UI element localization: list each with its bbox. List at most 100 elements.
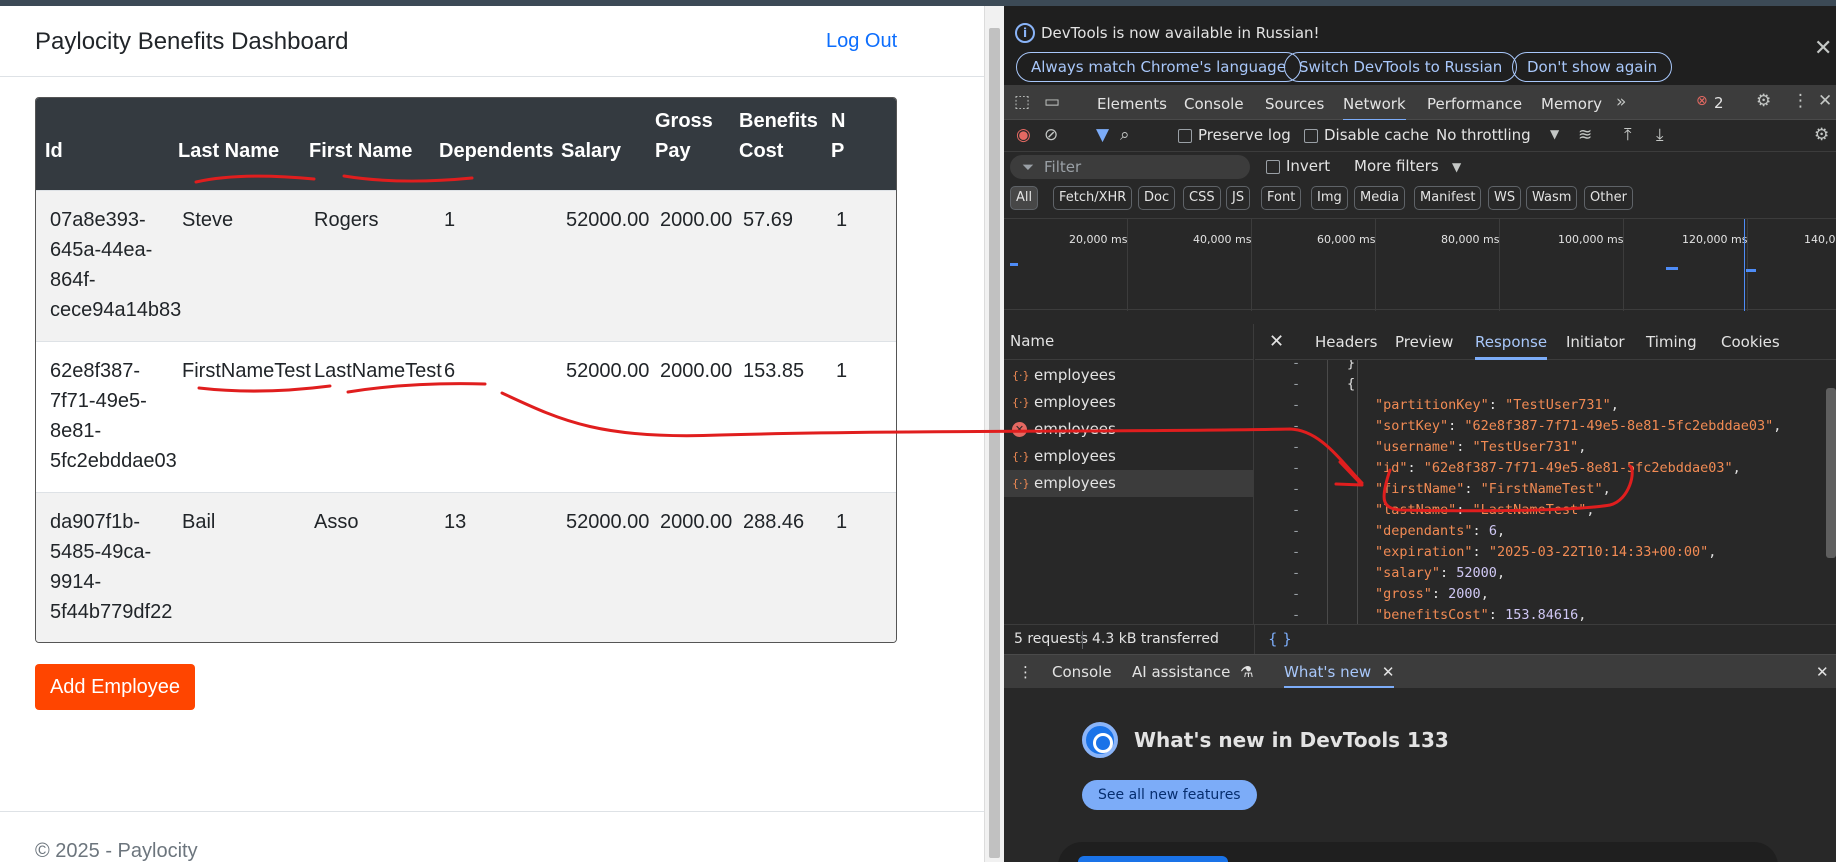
json-line: - "gross": 2000,: [1292, 586, 1489, 602]
request-row[interactable]: {·} employees: [1004, 443, 1254, 470]
tab-network[interactable]: Network: [1343, 95, 1406, 122]
clear-icon[interactable]: ⊘: [1044, 125, 1058, 145]
cell-benefits: 153.85: [743, 360, 805, 382]
network-settings-icon[interactable]: ⚙: [1814, 125, 1829, 145]
preserve-log-label: Preserve log: [1198, 126, 1291, 144]
cell-net: 1: [836, 209, 848, 231]
add-employee-button[interactable]: Add Employee: [35, 664, 195, 710]
cell-dependents: 1: [444, 209, 456, 231]
drawer-tabbar: ⋮ Console AI assistance ⚗ What's new ✕ ✕: [1004, 654, 1836, 689]
feature-card[interactable]: [1058, 842, 1778, 862]
timeline-label: 40,000 ms: [1193, 233, 1252, 246]
name-column-header[interactable]: Name: [1004, 324, 1254, 360]
request-row[interactable]: {·} employees: [1004, 362, 1254, 389]
response-scrollbar[interactable]: [1826, 388, 1836, 558]
request-row[interactable]: ✕ employees: [1004, 416, 1254, 443]
brand-title[interactable]: Paylocity Benefits Dashboard: [35, 28, 349, 56]
invert-checkbox[interactable]: [1266, 160, 1280, 174]
tab-preview[interactable]: Preview: [1395, 333, 1453, 351]
preserve-log-checkbox[interactable]: [1178, 129, 1192, 143]
devtools-tabbar: ⬚ ▭ Elements Console Sources Network Per…: [1004, 86, 1836, 122]
table-row[interactable]: 07a8e393- 645a-44ea- 864f-cece94a14b83 Ste…: [36, 190, 896, 341]
request-list: Name {·} employees {·} employees ✕ employee…: [1004, 324, 1254, 624]
json-line: -{: [1292, 376, 1356, 392]
record-icon[interactable]: ◉: [1016, 125, 1031, 145]
drawer-tab-whats-new[interactable]: What's new ✕: [1284, 663, 1395, 689]
tab-initiator[interactable]: Initiator: [1566, 333, 1625, 351]
type-filter-all[interactable]: All: [1010, 186, 1039, 210]
match-language-button[interactable]: Always match Chrome's language: [1016, 52, 1301, 82]
import-har-icon[interactable]: ⤒: [1624, 125, 1632, 145]
tab-headers[interactable]: Headers: [1315, 333, 1377, 351]
type-filter-fetch-xhr[interactable]: Fetch/XHR: [1053, 186, 1133, 210]
error-count[interactable]: 2: [1714, 94, 1724, 112]
filter-icon[interactable]: ▼: [1096, 125, 1109, 145]
filter-input[interactable]: ⏷ Filter: [1010, 155, 1250, 179]
type-filter-other[interactable]: Other: [1584, 186, 1633, 210]
close-icon[interactable]: ✕: [1814, 36, 1832, 61]
drawer-tab-ai-assistance[interactable]: AI assistance: [1132, 663, 1230, 681]
chevron-down-icon[interactable]: ▼: [1452, 160, 1461, 174]
network-conditions-icon[interactable]: ≋: [1578, 125, 1592, 145]
disable-cache-checkbox[interactable]: [1304, 129, 1318, 143]
timeline-request-bar: [1010, 263, 1018, 266]
inspect-element-icon[interactable]: ⬚: [1014, 92, 1030, 112]
tab-timing[interactable]: Timing: [1646, 333, 1697, 351]
more-menu-icon[interactable]: ⋮: [1792, 91, 1809, 111]
request-row[interactable]: {·} employees: [1004, 389, 1254, 416]
close-devtools-icon[interactable]: ✕: [1818, 91, 1832, 111]
error-icon[interactable]: ⊗: [1696, 93, 1708, 109]
response-body[interactable]: -} -{- "partitionKey": "TestUser731", - "sor…: [1255, 360, 1836, 624]
export-har-icon[interactable]: ⤓: [1656, 125, 1664, 145]
type-filter-wasm[interactable]: Wasm: [1526, 186, 1578, 210]
col-gross-pay-line2: Pay: [655, 140, 691, 162]
tab-performance[interactable]: Performance: [1427, 95, 1522, 113]
table-header: Id Last Name First Name Dependents Salar…: [36, 98, 896, 190]
drawer-tab-console[interactable]: Console: [1052, 663, 1112, 681]
dont-show-again-button[interactable]: Don't show again: [1512, 52, 1673, 82]
device-toolbar-icon[interactable]: ▭: [1044, 92, 1060, 112]
type-filter-ws[interactable]: WS: [1488, 186, 1522, 210]
close-icon[interactable]: ✕: [1382, 663, 1395, 681]
type-filter-js[interactable]: JS: [1226, 186, 1251, 210]
tab-sources[interactable]: Sources: [1265, 95, 1324, 113]
tab-elements[interactable]: Elements: [1097, 95, 1167, 113]
page-scrollbar-thumb[interactable]: [989, 28, 1000, 858]
tab-cookies[interactable]: Cookies: [1721, 333, 1780, 351]
switch-russian-button[interactable]: Switch DevTools to Russian: [1284, 52, 1518, 82]
type-filter-manifest[interactable]: Manifest: [1414, 186, 1482, 210]
more-tabs-icon[interactable]: »: [1616, 92, 1626, 112]
tab-console[interactable]: Console: [1184, 95, 1244, 113]
request-row-selected[interactable]: {·} employees: [1004, 470, 1254, 497]
table-row[interactable]: 62e8f387- 7f71-49e5- 8e81- 5fc2ebddae03 Fir…: [36, 341, 896, 492]
more-filters-dropdown[interactable]: More filters: [1354, 157, 1439, 175]
fetch-icon: {·}: [1012, 477, 1030, 490]
tab-memory[interactable]: Memory: [1541, 95, 1602, 113]
gear-icon[interactable]: ⚙: [1756, 91, 1771, 111]
tab-response[interactable]: Response: [1475, 333, 1548, 360]
type-filter-css[interactable]: CSS: [1183, 186, 1221, 210]
table-row[interactable]: da907f1b- 5485-49ca- 9914- 5f44b779df22 Bai…: [36, 492, 896, 642]
search-icon[interactable]: ⌕: [1120, 125, 1130, 145]
filter-bar: ⏷ Filter Invert More filters ▼: [1004, 152, 1836, 182]
throttling-select[interactable]: No throttling: [1436, 126, 1531, 144]
network-toolbar: ◉ ⊘ ▼ ⌕ Preserve log Disable cache No th…: [1004, 120, 1836, 152]
cell-id: da907f1b- 5485-49ca- 9914- 5f44b779df22: [50, 511, 173, 623]
pretty-print-icon[interactable]: { }: [1268, 630, 1292, 648]
logout-link[interactable]: Log Out: [826, 30, 897, 53]
type-filter-img[interactable]: Img: [1311, 186, 1348, 210]
type-filter-doc[interactable]: Doc: [1138, 186, 1176, 210]
network-overview-timeline[interactable]: 20,000 ms 40,000 ms 60,000 ms 80,000 ms …: [1004, 218, 1836, 311]
close-detail-icon[interactable]: ✕: [1269, 331, 1284, 352]
drawer-menu-icon[interactable]: ⋮: [1018, 663, 1033, 681]
see-all-features-button[interactable]: See all new features: [1082, 780, 1257, 810]
chevron-down-icon[interactable]: ▼: [1550, 127, 1559, 141]
type-filter-font[interactable]: Font: [1261, 186, 1302, 210]
chrome-logo-icon: [1082, 722, 1118, 758]
type-filter-media[interactable]: Media: [1354, 186, 1406, 210]
error-icon: ✕: [1012, 422, 1027, 437]
close-drawer-icon[interactable]: ✕: [1816, 663, 1829, 681]
page-scrollbar[interactable]: [984, 6, 1004, 862]
timeline-request-bar: [1666, 267, 1678, 270]
timeline-request-bar: [1746, 269, 1756, 272]
